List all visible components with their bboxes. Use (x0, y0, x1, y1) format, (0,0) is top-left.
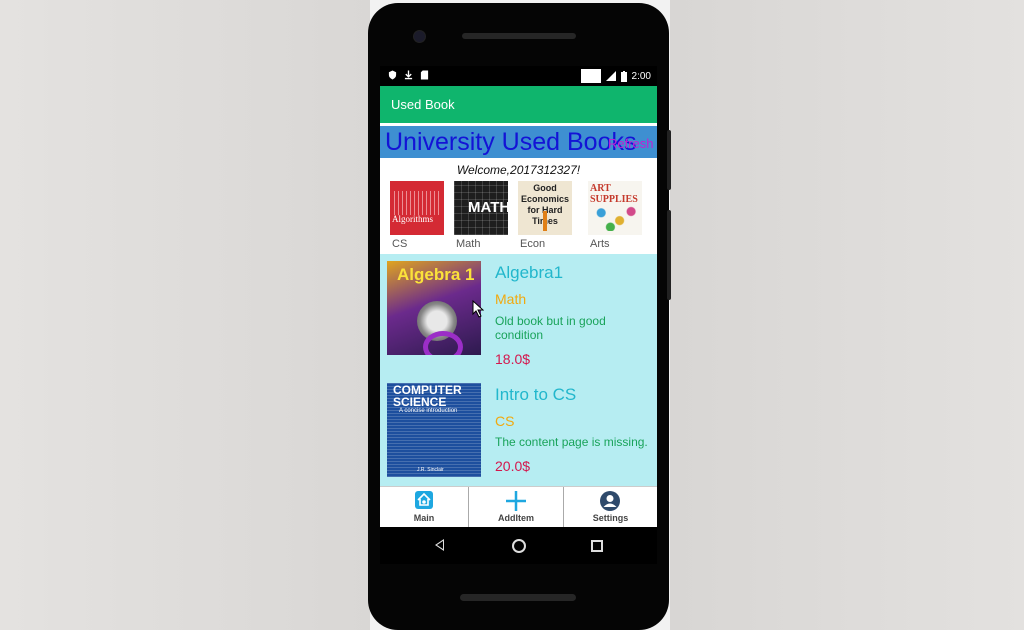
book-title: Algebra1 (495, 263, 564, 282)
nav-settings-label: Settings (592, 513, 629, 523)
sd-card-icon (420, 70, 429, 80)
system-navigation-bar (380, 527, 657, 564)
book-cover-author: J.R. Sinclair (417, 467, 444, 473)
nav-additem[interactable]: AddItem (469, 487, 564, 528)
background-left (0, 0, 370, 630)
status-white-box (580, 69, 601, 83)
category-cs-label: CS (392, 238, 408, 250)
book-cover-text: Algebra 1 (397, 265, 475, 284)
person-icon (600, 491, 620, 511)
status-icons-right: 2:00 (580, 69, 651, 83)
bottom-speaker (460, 594, 576, 601)
earpiece-speaker (462, 33, 576, 39)
list-item[interactable]: Algebra 1 Algebra1 Math Old book but in … (380, 254, 657, 372)
home-icon (415, 491, 433, 509)
category-math[interactable]: MATH Math (454, 181, 510, 250)
book-cover-text: COMPUTER SCIENCE (393, 383, 462, 409)
book-category: CS (495, 413, 515, 429)
volume-button (667, 210, 671, 300)
book-description: The content page is missing. (495, 435, 648, 449)
refresh-link[interactable]: Refresh (608, 136, 654, 151)
mouse-cursor-icon (472, 300, 484, 318)
banner-title: University Used Books (385, 128, 637, 156)
download-icon (404, 70, 413, 80)
cover-arrow (543, 211, 547, 231)
category-arts-image[interactable]: ART SUPPLIES (588, 181, 642, 235)
nav-main[interactable]: Main (380, 487, 469, 528)
status-icons-left (388, 70, 429, 80)
status-bar: 2:00 (380, 66, 657, 86)
recent-apps-icon[interactable] (591, 540, 603, 552)
category-math-image[interactable]: MATH (454, 181, 508, 235)
welcome-text: Welcome,2017312327! (456, 163, 581, 177)
list-item[interactable]: COMPUTER SCIENCE A concise introduction … (380, 376, 657, 486)
nav-additem-label: AddItem (498, 513, 534, 523)
cover-ring (423, 331, 463, 355)
bottom-navigation: Main AddItem Settings (380, 486, 657, 528)
background-right (670, 0, 1024, 630)
book-category: Math (495, 291, 527, 307)
nav-main-label: Main (413, 513, 435, 523)
category-arts-cover-text: ART SUPPLIES (590, 183, 638, 205)
category-cs[interactable]: Algorithms CS (390, 181, 446, 250)
power-button (667, 130, 671, 190)
category-arts-label: Arts (590, 238, 610, 250)
home-circle-icon[interactable] (512, 539, 526, 553)
category-econ[interactable]: Good Economics for Hard Times Econ (518, 181, 574, 250)
book-cover-algebra[interactable]: Algebra 1 (387, 261, 481, 355)
category-cs-image[interactable]: Algorithms (390, 181, 444, 235)
plus-icon (506, 491, 526, 511)
shield-icon (388, 70, 397, 80)
cover-pattern (394, 191, 440, 215)
category-math-label: Math (456, 238, 481, 250)
category-cs-cover-text: Algorithms (392, 214, 434, 224)
book-title: Intro to CS (495, 385, 577, 404)
book-cover-cs[interactable]: COMPUTER SCIENCE A concise introduction … (387, 383, 481, 477)
signal-icon (605, 71, 616, 81)
category-math-cover-text: MATH (468, 199, 508, 216)
book-list[interactable]: Algebra 1 Algebra1 Math Old book but in … (380, 254, 657, 486)
back-icon-inner (437, 541, 443, 549)
nav-settings[interactable]: Settings (564, 487, 657, 528)
battery-icon (620, 70, 627, 82)
main-content: University Used Books Refresh Welcome,20… (380, 123, 657, 486)
category-arts[interactable]: ART SUPPLIES Arts (588, 181, 644, 250)
book-price: 18.0$ (495, 351, 531, 367)
book-description: Old book but in good condition (495, 314, 606, 342)
cover-pattern (592, 205, 638, 231)
phone-screen: 2:00 Used Book University Used Books Ref… (380, 66, 657, 564)
app-title: Used Book (391, 97, 455, 112)
category-econ-label: Econ (520, 238, 546, 250)
status-time: 2:00 (631, 70, 651, 82)
category-econ-image[interactable]: Good Economics for Hard Times (518, 181, 572, 235)
front-camera (414, 31, 425, 42)
book-cover-subtitle: A concise introduction (399, 408, 458, 414)
book-price: 20.0$ (495, 458, 531, 474)
banner: University Used Books Refresh (380, 126, 657, 158)
app-bar: Used Book (380, 86, 657, 123)
